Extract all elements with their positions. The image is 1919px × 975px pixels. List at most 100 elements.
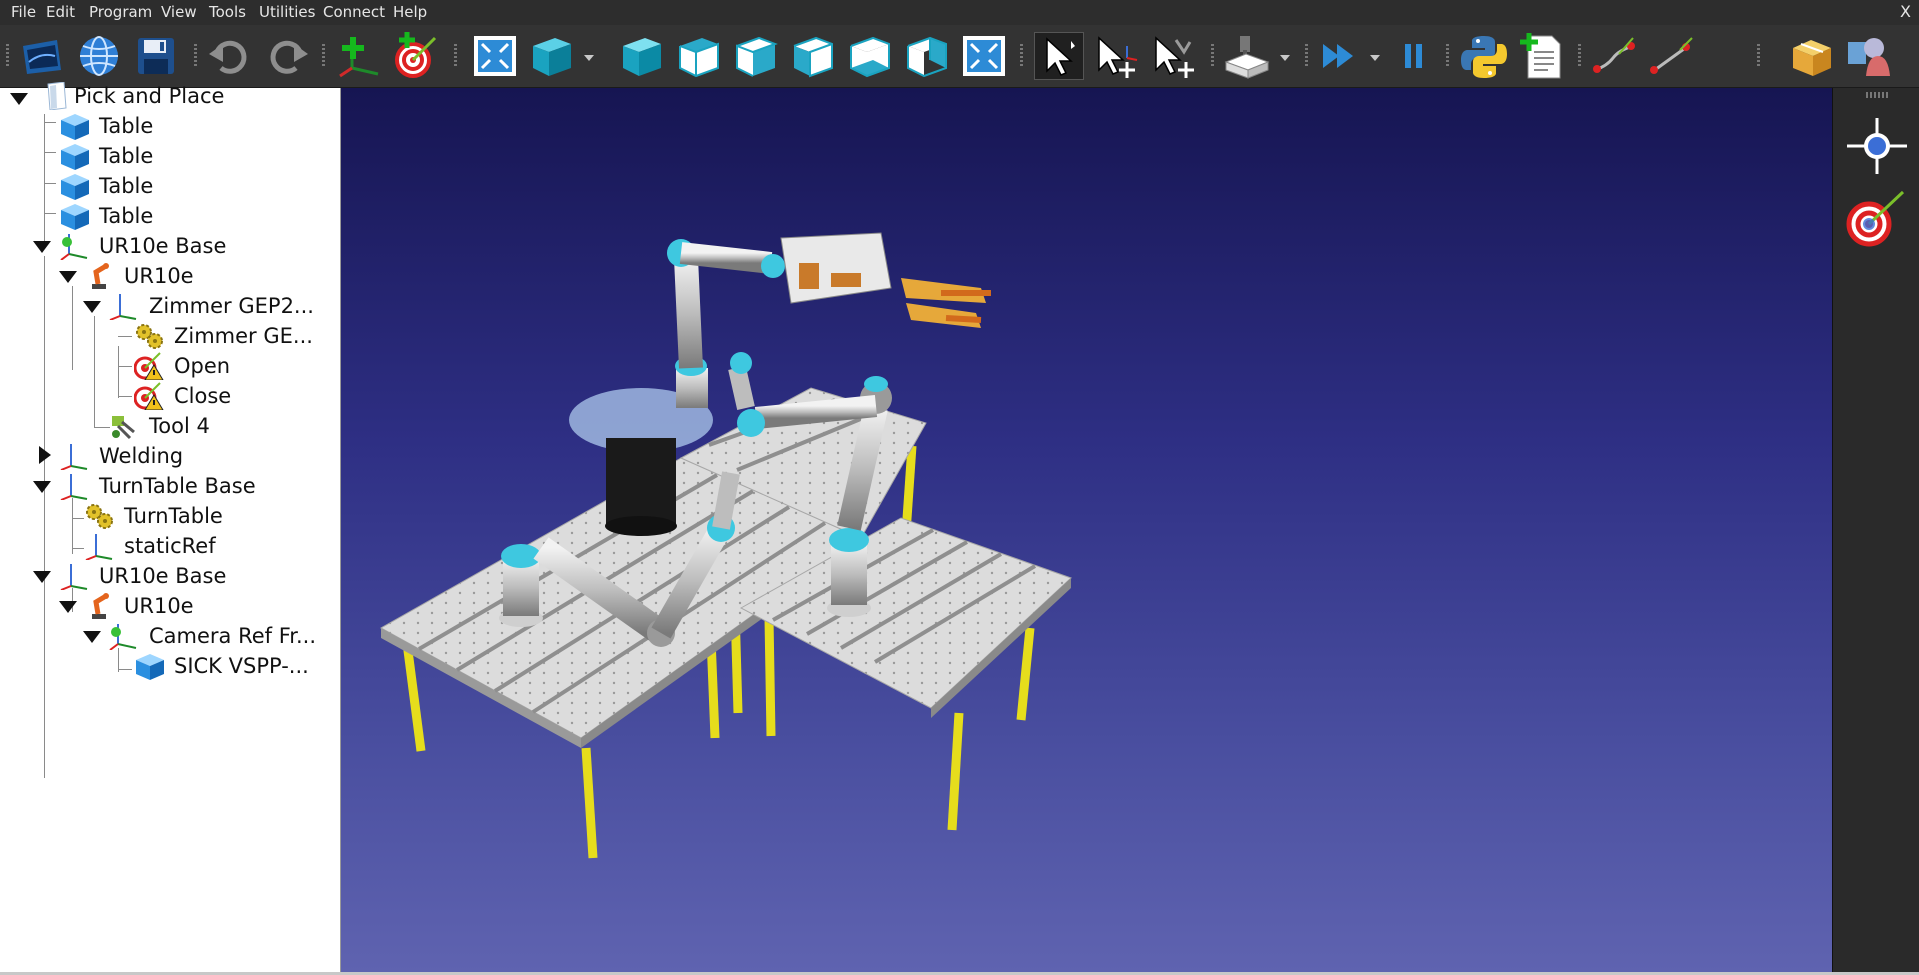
toolbar-separator bbox=[454, 44, 457, 68]
view-front-icon[interactable] bbox=[617, 32, 667, 80]
tree-label: UR10e Base bbox=[99, 564, 227, 588]
menu-help[interactable]: Help bbox=[393, 3, 427, 21]
toolbar-separator bbox=[1757, 44, 1760, 68]
target-icon[interactable] bbox=[1843, 186, 1911, 250]
reference-frame-crosshair-icon[interactable] bbox=[1843, 114, 1911, 178]
add-move-linear-icon[interactable] bbox=[1646, 32, 1696, 80]
3d-shapes-icon[interactable] bbox=[1844, 32, 1894, 80]
tree-label: Zimmer GEP2... bbox=[149, 294, 314, 318]
station-tree[interactable]: Pick and Place Table Table Table Table U… bbox=[0, 81, 341, 972]
tree-expander[interactable] bbox=[33, 241, 51, 253]
fit-all-icon[interactable] bbox=[470, 32, 520, 80]
select-pointer-icon[interactable] bbox=[1034, 32, 1084, 80]
tree-item-tool-4[interactable]: Tool 4 bbox=[0, 410, 340, 440]
collision-dropdown-arrow[interactable] bbox=[1280, 55, 1290, 61]
view-right-icon[interactable] bbox=[731, 32, 781, 80]
tree-expander[interactable] bbox=[59, 601, 77, 613]
add-target-icon[interactable] bbox=[391, 32, 441, 80]
add-move-joint-icon[interactable] bbox=[1589, 32, 1639, 80]
view-left-icon[interactable] bbox=[788, 32, 838, 80]
open-station-icon[interactable] bbox=[17, 32, 67, 80]
menu-program[interactable]: Program bbox=[89, 3, 152, 21]
tree-label: staticRef bbox=[124, 534, 216, 558]
tree-expander[interactable] bbox=[59, 271, 77, 283]
tree-label: Table bbox=[99, 114, 154, 138]
menu-tools[interactable]: Tools bbox=[209, 3, 246, 21]
view-iso-icon[interactable] bbox=[527, 32, 577, 80]
tree-item-staticref[interactable]: staticRef bbox=[0, 530, 340, 561]
tree-expander[interactable] bbox=[39, 446, 51, 464]
fast-simulation-icon[interactable] bbox=[1315, 32, 1365, 80]
save-icon[interactable] bbox=[131, 32, 181, 80]
undo-icon[interactable] bbox=[205, 32, 255, 80]
toolbar-separator bbox=[1211, 44, 1214, 68]
tree-label: TurnTable bbox=[124, 504, 223, 528]
tree-label: UR10e bbox=[124, 594, 194, 618]
tree-item-turntable-base[interactable]: TurnTable Base bbox=[0, 470, 340, 501]
tree-item-ur10e-2[interactable]: UR10e bbox=[0, 590, 340, 620]
tree-item-turntable[interactable]: TurnTable bbox=[0, 500, 340, 530]
tree-item-table[interactable]: Table bbox=[0, 200, 340, 230]
3d-viewport[interactable] bbox=[341, 88, 1832, 972]
menu-utilities[interactable]: Utilities bbox=[259, 3, 315, 21]
robot-icon bbox=[86, 262, 116, 290]
tree-item-ur10e-base[interactable]: UR10e Base bbox=[0, 230, 340, 261]
tree-expander[interactable] bbox=[83, 631, 101, 643]
tree-item-pick-and-place[interactable]: Pick and Place bbox=[0, 80, 340, 111]
toolbar-separator bbox=[1305, 44, 1308, 68]
menu-edit[interactable]: Edit bbox=[46, 3, 75, 21]
tree-item-zimmer-ge[interactable]: Zimmer GE... bbox=[0, 320, 340, 350]
tree-item-sick-vspp[interactable]: SICK VSPP-... bbox=[0, 650, 340, 680]
main-toolbar bbox=[0, 25, 1919, 88]
add-program-icon[interactable] bbox=[1516, 32, 1566, 80]
tree-item-ur10e-base-2[interactable]: UR10e Base bbox=[0, 560, 340, 591]
python-script-icon[interactable] bbox=[1459, 32, 1509, 80]
tree-item-welding[interactable]: Welding bbox=[0, 440, 340, 471]
toolbar-separator bbox=[1446, 44, 1449, 68]
tree-label: Open bbox=[174, 354, 231, 378]
collision-check-icon[interactable] bbox=[1222, 32, 1272, 80]
move-tool-icon[interactable] bbox=[1148, 32, 1198, 80]
reference-frame-icon bbox=[59, 562, 89, 591]
simulation-dropdown-arrow[interactable] bbox=[1370, 55, 1380, 61]
menu-connect[interactable]: Connect bbox=[323, 3, 385, 21]
reference-frame-icon bbox=[84, 532, 114, 561]
toolbar-separator bbox=[1578, 44, 1581, 68]
object-icon bbox=[59, 112, 89, 140]
add-reference-frame-icon[interactable] bbox=[334, 32, 384, 80]
tree-label: Table bbox=[99, 144, 154, 168]
reference-frame-icon bbox=[59, 442, 89, 471]
open-online-library-icon[interactable] bbox=[74, 32, 124, 80]
tree-label: UR10e Base bbox=[99, 234, 227, 258]
view-top-icon[interactable] bbox=[674, 32, 724, 80]
tree-expander[interactable] bbox=[10, 93, 28, 105]
menu-view[interactable]: View bbox=[161, 3, 197, 21]
pause-icon[interactable] bbox=[1388, 32, 1438, 80]
close-window-button[interactable]: X bbox=[1900, 2, 1911, 21]
toolbar-separator bbox=[194, 44, 197, 68]
tree-item-table[interactable]: Table bbox=[0, 170, 340, 200]
tool-icon bbox=[108, 412, 138, 440]
redo-icon[interactable] bbox=[262, 32, 312, 80]
tree-item-zimmer-gep2[interactable]: Zimmer GEP2... bbox=[0, 290, 340, 321]
tree-expander[interactable] bbox=[33, 481, 51, 493]
view-bottom-icon[interactable] bbox=[902, 32, 952, 80]
add-object-icon[interactable] bbox=[1787, 32, 1837, 80]
tree-item-open-target[interactable]: Open bbox=[0, 350, 340, 381]
view-back-icon[interactable] bbox=[845, 32, 895, 80]
fit-selection-icon[interactable] bbox=[959, 32, 1009, 80]
tree-item-ur10e[interactable]: UR10e bbox=[0, 260, 340, 290]
tree-item-table[interactable]: Table bbox=[0, 110, 340, 140]
tree-item-camera-ref-frame[interactable]: Camera Ref Fr... bbox=[0, 620, 340, 651]
menu-file[interactable]: File bbox=[11, 3, 36, 21]
tree-expander[interactable] bbox=[33, 571, 51, 583]
tree-expander[interactable] bbox=[83, 301, 101, 313]
move-reference-icon[interactable] bbox=[1091, 32, 1141, 80]
base-frame-icon bbox=[108, 622, 138, 651]
mechanism-icon bbox=[84, 502, 114, 530]
toolbar-separator bbox=[1020, 44, 1023, 68]
view-dropdown-arrow[interactable] bbox=[584, 55, 594, 61]
tree-item-table[interactable]: Table bbox=[0, 140, 340, 170]
tree-label: Zimmer GE... bbox=[174, 324, 313, 348]
tree-item-close-target[interactable]: Close bbox=[0, 380, 340, 411]
